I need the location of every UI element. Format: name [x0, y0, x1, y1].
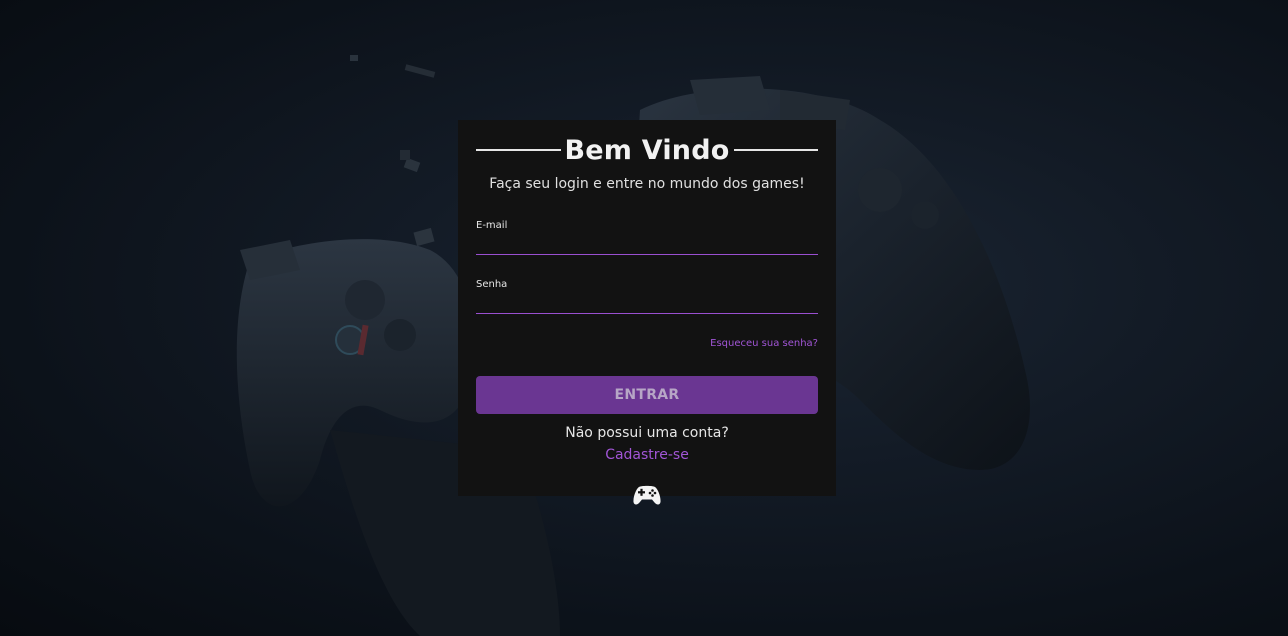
password-field-group: Senha — [476, 279, 818, 314]
password-label: Senha — [476, 279, 508, 290]
page-title: Bem Vindo — [564, 134, 730, 166]
email-label: E-mail — [476, 220, 508, 231]
title-divider-left — [476, 149, 561, 151]
login-subtitle: Faça seu login e entre no mundo dos game… — [489, 176, 805, 192]
email-field-group: E-mail — [476, 220, 818, 255]
login-button[interactable]: ENTRAR — [476, 376, 818, 414]
forgot-password-link[interactable]: Esqueceu sua senha? — [710, 338, 818, 349]
login-card: Bem Vindo Faça seu login e entre no mund… — [458, 120, 836, 496]
title-divider-right — [733, 149, 818, 151]
password-field[interactable] — [476, 290, 818, 314]
email-field[interactable] — [476, 231, 818, 255]
no-account-text: Não possui uma conta? — [565, 425, 729, 441]
gamepad-icon — [633, 485, 661, 505]
title-row: Bem Vindo — [476, 134, 818, 166]
signup-link[interactable]: Cadastre-se — [605, 447, 689, 463]
signup-link-wrapper: Cadastre-se — [458, 447, 836, 463]
